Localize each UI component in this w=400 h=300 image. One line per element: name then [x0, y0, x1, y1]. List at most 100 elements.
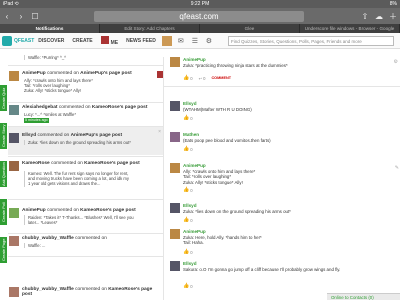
battery-level: 8%: [389, 1, 397, 7]
comment-author[interactable]: Ellsyd: [183, 203, 197, 208]
author[interactable]: Ellsyd: [22, 133, 36, 138]
list-item[interactable]: KameoRose commented on KameoRose's page …: [8, 161, 163, 197]
avatar: [100, 35, 109, 44]
target[interactable]: KameoRose's page post: [92, 105, 148, 110]
nav-me-label: ME: [110, 39, 119, 46]
side-tab-create-poll[interactable]: Create Poll: [0, 199, 7, 225]
target[interactable]: KameoRose's page post: [80, 208, 136, 213]
like-icon[interactable]: 👍: [183, 75, 189, 81]
avatar[interactable]: [170, 229, 180, 239]
logo-icon: [2, 35, 12, 46]
comment-author[interactable]: AnimePup: [183, 229, 206, 234]
target[interactable]: KameoRose's page post: [84, 161, 140, 166]
comment: AnimePup Ally: *crawls onto him and lays…: [170, 163, 392, 197]
like-count: 0: [190, 283, 193, 289]
tab-underscore[interactable]: Underscore file windows - Browser - Goog…: [300, 24, 400, 33]
side-tab-create-story[interactable]: Create Story: [0, 123, 7, 149]
activity-body: Lucy: *...^ *smiles at Waffle* 5 minutes…: [24, 112, 149, 124]
url-bar[interactable]: qfeast.com: [94, 11, 304, 22]
reply-icon[interactable]: ↩: [199, 76, 203, 81]
forward-icon[interactable]: ›: [14, 12, 28, 21]
like-icon[interactable]: 👍: [183, 115, 189, 121]
clock: 9:22 PM: [190, 1, 210, 7]
list-item[interactable]: Waffle: *Purring* ^_^: [8, 55, 163, 63]
avatar[interactable]: [170, 132, 180, 142]
like-count: 0: [190, 146, 193, 152]
cloud-icon[interactable]: ☁: [372, 12, 386, 21]
action: commented on: [58, 105, 91, 110]
search-input[interactable]: Find Quizzes, Stories, Questions, Polls,…: [228, 35, 394, 46]
action: commented on: [47, 71, 79, 76]
back-icon[interactable]: ‹: [0, 12, 14, 21]
comment-actions: 👍 0: [183, 217, 193, 223]
author[interactable]: AnimePup: [22, 71, 46, 76]
avatar[interactable]: [170, 261, 180, 271]
comment-thread: ⚙ AnimePup Zuka: *practicing throwing ni…: [163, 57, 400, 300]
line: Zuka: Ally! *sticks tongue* Ally!: [24, 88, 82, 94]
avatar[interactable]: [170, 163, 180, 173]
site-logo[interactable]: QFEAST: [0, 35, 34, 46]
profile-avatar[interactable]: [161, 35, 172, 46]
author[interactable]: KameoRose: [22, 161, 50, 166]
like-count: 0: [190, 249, 193, 255]
comment: AnimePup Zuka: *practicing throwing ninj…: [170, 57, 392, 83]
divider: [8, 156, 163, 157]
comment-text: Ally: *crawls onto him and lays there* T…: [183, 169, 256, 185]
settings-icon[interactable]: ⚙: [204, 36, 214, 46]
author[interactable]: chubby_wubby_Waffle: [22, 236, 74, 241]
avatar: [9, 287, 19, 297]
list-item[interactable]: AnimePup commented on KameoRose's page p…: [8, 208, 163, 232]
target[interactable]: AnimePup's page post: [71, 133, 123, 138]
line: Lucy: *...^ *smiles at Waffle*: [24, 112, 77, 117]
comment-author[interactable]: Ellsyd: [183, 101, 197, 106]
tab-notifications[interactable]: Notifications: [0, 24, 100, 33]
avatar[interactable]: [170, 101, 180, 111]
list-item[interactable]: Alexiahedgebat commented on KameoRose's …: [8, 105, 163, 125]
tab-glee[interactable]: Glee: [200, 24, 300, 33]
nav-discover[interactable]: DISCOVER: [34, 38, 68, 44]
activity-headline: AnimePup commented on KameoRose's page p…: [22, 208, 136, 213]
edit-icon[interactable]: ✎: [395, 165, 399, 171]
comment-button[interactable]: COMMENT: [211, 76, 231, 80]
action: commented on: [37, 133, 70, 138]
like-icon[interactable]: 👍: [183, 187, 189, 193]
side-tab-create-page[interactable]: Create Page: [0, 237, 7, 263]
avatar: [9, 208, 19, 218]
list-item[interactable]: AnimePup commented on AnimePup's page po…: [8, 71, 163, 99]
line: later... *Leaves*: [28, 220, 58, 226]
messages-icon[interactable]: ☰: [190, 36, 200, 46]
close-icon[interactable]: ×: [158, 129, 161, 135]
list-item[interactable]: chubby_wubby_Waffle commented on KameoRo…: [8, 287, 163, 299]
avatar[interactable]: [170, 57, 180, 67]
like-icon[interactable]: 👍: [183, 249, 189, 255]
nav-news-feed[interactable]: NEWS FEED: [122, 38, 160, 44]
like-icon[interactable]: 👍: [183, 217, 189, 223]
tab-edit-story[interactable]: Edit Story: Add Chapters: [100, 24, 200, 33]
author[interactable]: AnimePup: [22, 208, 46, 213]
nav-create[interactable]: CREATE: [68, 38, 96, 44]
online-contacts-bar[interactable]: Online to Contacts (0): [327, 293, 400, 300]
bookmarks-icon[interactable]: ☐: [28, 12, 42, 21]
comment-author[interactable]: Mathen: [183, 132, 199, 137]
share-icon[interactable]: ⇧: [358, 12, 372, 21]
comment-actions: 👍 0: [183, 187, 193, 193]
comment: Ellsyd Sakura: o.O I'm gonna go jump off…: [170, 261, 392, 291]
avatar[interactable]: [170, 203, 180, 213]
activity-headline: Ellsyd commented on AnimePup's page post: [22, 133, 122, 138]
like-icon[interactable]: 👍: [183, 283, 189, 289]
target[interactable]: AnimePup's page post: [80, 71, 132, 76]
comment: AnimePup Zuka: Here, hold Ally. *hands h…: [170, 229, 392, 257]
gear-icon[interactable]: ⚙: [394, 59, 398, 65]
side-tab-create-quiz[interactable]: Create Quiz: [0, 85, 7, 111]
tabs-icon[interactable]: ＋: [386, 11, 400, 22]
side-tab-ask-question[interactable]: Ask Question: [0, 161, 7, 187]
comment-author[interactable]: AnimePup: [183, 57, 206, 62]
nav-me[interactable]: ME: [97, 35, 123, 46]
like-icon[interactable]: 👍: [183, 146, 189, 152]
comment-author[interactable]: Ellsyd: [183, 261, 197, 266]
list-item[interactable]: chubby_wubby_Waffle commented on Waffle:…: [8, 236, 163, 254]
author[interactable]: Alexiahedgebat: [22, 105, 57, 110]
list-item[interactable]: Ellsyd commented on AnimePup's page post…: [8, 127, 163, 155]
comment-author[interactable]: AnimePup: [183, 163, 206, 168]
notifications-icon[interactable]: ✉: [176, 36, 186, 46]
